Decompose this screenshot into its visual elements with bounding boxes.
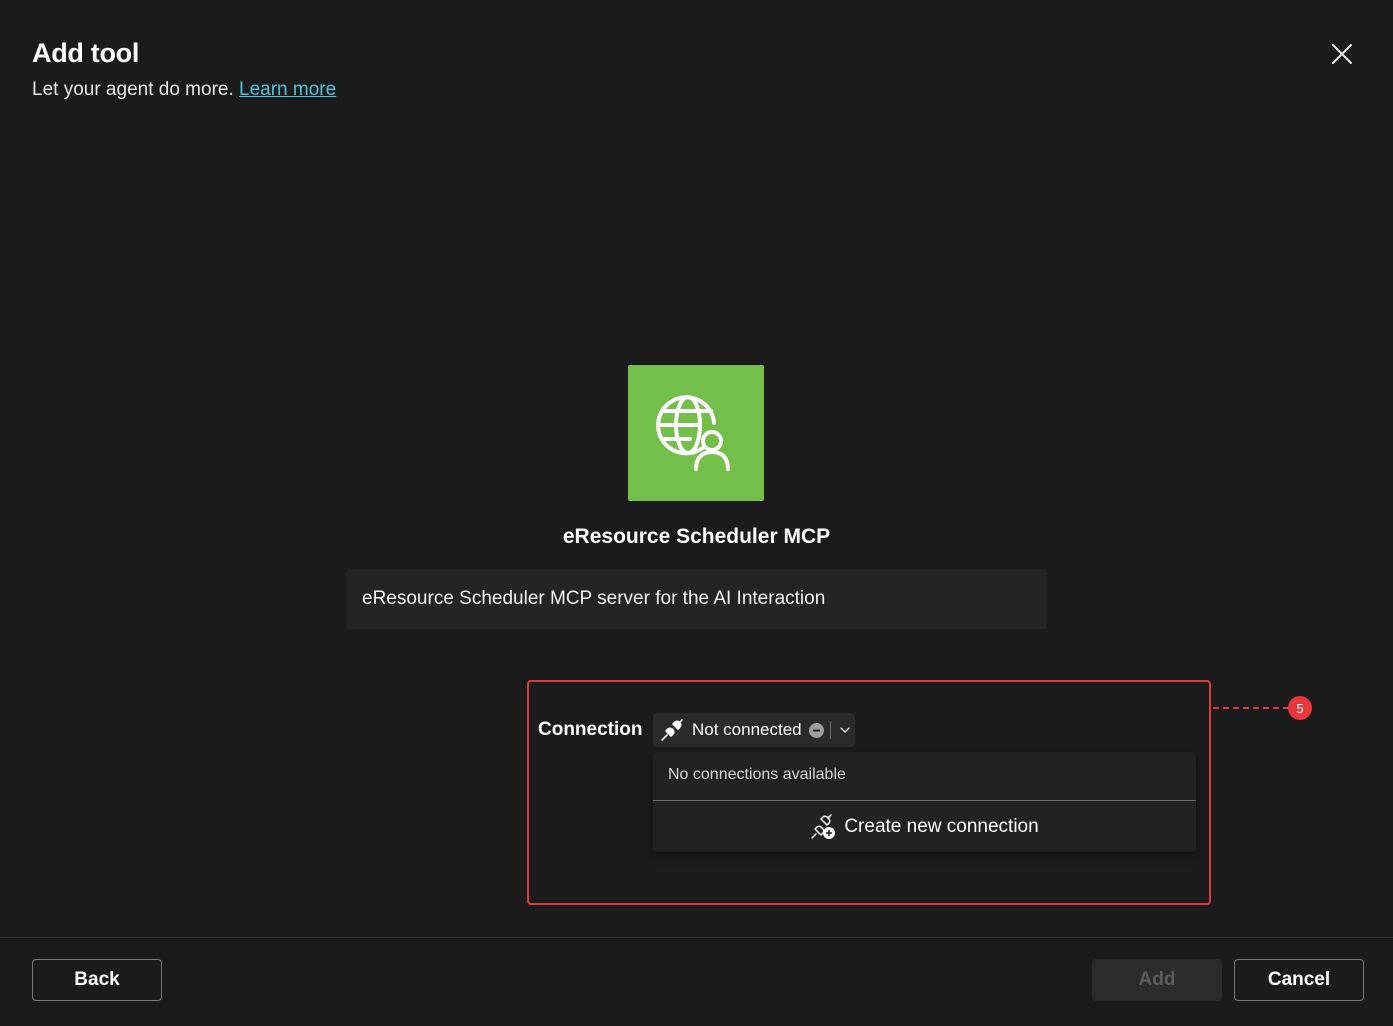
close-icon (1332, 44, 1352, 64)
tool-description-text: eResource Scheduler MCP server for the A… (362, 588, 826, 609)
back-button[interactable]: Back (32, 959, 162, 1001)
chevron-down-icon (839, 724, 851, 736)
create-new-connection-label: Create new connection (844, 815, 1039, 837)
minus-circle-icon (808, 722, 824, 738)
close-button[interactable] (1326, 38, 1358, 70)
tool-description: eResource Scheduler MCP server for the A… (346, 569, 1047, 629)
connection-dropdown[interactable]: Not connected (653, 713, 855, 747)
annotation-connector-line (1213, 707, 1289, 709)
add-tool-dialog: Add tool Let your agent do more. Learn m… (0, 0, 1393, 1026)
tool-name: eResource Scheduler MCP (562, 525, 831, 548)
add-button[interactable]: Add (1092, 959, 1222, 1001)
dialog-title: Add tool (32, 38, 140, 68)
connection-label: Connection (538, 719, 643, 740)
tool-icon-tile (628, 365, 764, 501)
connection-status-text: Not connected (692, 720, 802, 739)
plug-add-icon (810, 813, 836, 840)
create-new-connection-button[interactable]: Create new connection (653, 801, 1196, 852)
globe-person-icon (656, 395, 730, 471)
footer-divider (0, 937, 1393, 938)
subtitle-text: Let your agent do more. (32, 79, 234, 100)
cancel-button[interactable]: Cancel (1234, 959, 1364, 1001)
plug-disconnected-icon (659, 717, 685, 743)
dropdown-separator (829, 721, 831, 739)
annotation-badge: 5 (1288, 696, 1312, 720)
connection-menu: No connections available Create new conn… (653, 752, 1196, 852)
dialog-subtitle: Let your agent do more. Learn more (32, 79, 336, 101)
no-connections-message: No connections available (668, 766, 846, 783)
learn-more-link[interactable]: Learn more (239, 79, 336, 100)
